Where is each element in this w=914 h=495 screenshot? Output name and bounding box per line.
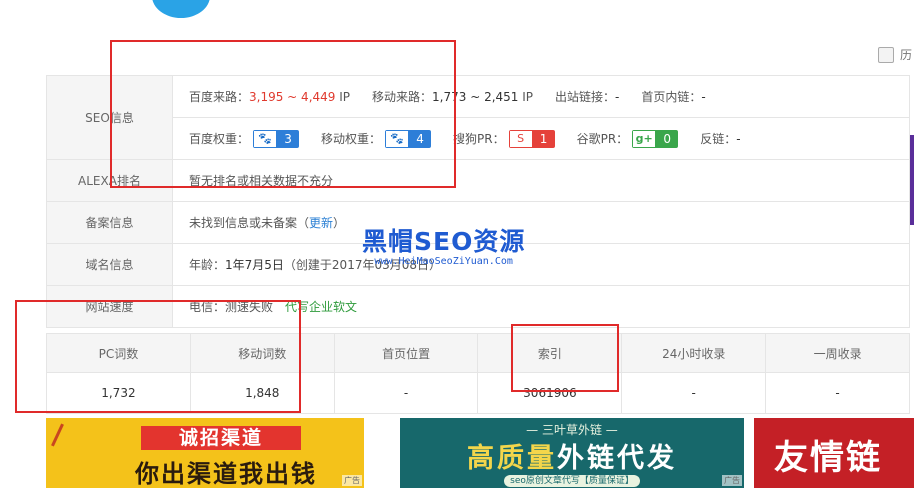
paw-icon: 🐾	[253, 129, 278, 148]
row-speed: 网站速度 电信：测速失败 代写企业软文	[46, 285, 910, 328]
mobile-weight-badge[interactable]: 🐾 4	[385, 129, 432, 148]
decorative-blue-blob	[152, 0, 210, 18]
baidu-weight-badge[interactable]: 🐾 3	[253, 129, 300, 148]
sogou-pr: 搜狗PR： S 1	[453, 129, 555, 148]
stats-header-week: 一周收录	[765, 333, 910, 373]
watermark-sub: www.HeiMaoSeoZiYuan.Com	[374, 256, 513, 267]
ad-banner-friendlinks-text: 友情链	[774, 438, 882, 478]
ad-link-softarticle[interactable]: 代写企业软文	[285, 298, 357, 315]
history-button[interactable]: 历	[878, 46, 912, 63]
sidebar-accent	[910, 135, 914, 225]
ad-badge: 广告	[722, 475, 742, 486]
google-pr: 谷歌PR： g+ 0	[577, 129, 679, 148]
outbound-links: 出站链接： -	[555, 89, 620, 105]
stats-table: PC词数 移动词数 首页位置 索引 24小时收录 一周收录 1,732 1,84…	[46, 333, 910, 414]
mobile-traffic-value: 1,773 ~ 2,451	[432, 89, 519, 104]
stats-header-24h: 24小时收录	[621, 333, 767, 373]
domain-age: 1年7月5日	[225, 258, 284, 272]
stats-header-home-position: 首页位置	[333, 333, 479, 373]
stats-week: -	[765, 372, 910, 414]
icp-update-link[interactable]: 更新	[309, 214, 333, 231]
ad-banner-friendlinks[interactable]: 友情链	[754, 418, 914, 488]
sogou-icon: S	[508, 129, 533, 148]
baidu-traffic: 百度来路： 3,195 ~ 4,449 IP	[189, 89, 351, 105]
row-seo-weights: 百度权重： 🐾 3 移动权重： 🐾 4 搜狗PR： S 1 谷歌PR： g+ 0…	[47, 117, 910, 160]
label-speed: 网站速度	[46, 285, 173, 328]
ad-banner-channel-slogan: 你出渠道我出钱	[135, 460, 317, 488]
table-row: 1,732 1,848 - 3061906 - -	[46, 372, 910, 414]
history-icon	[878, 46, 894, 63]
mobile-traffic: 移动来路： 1,773 ~ 2,451 IP	[372, 89, 534, 105]
label-domain: 域名信息	[46, 243, 173, 286]
paw-icon: 🐾	[385, 129, 410, 148]
ad-banner-backlinks-main: 高质量外链代发	[467, 443, 677, 474]
ad-banner-backlinks[interactable]: — 三叶草外链 — 高质量外链代发 seo原创文章代写【质量保证】 广告	[400, 418, 744, 488]
google-pr-badge[interactable]: g+ 0	[632, 129, 679, 148]
stats-24h: -	[621, 372, 767, 414]
history-label: 历	[900, 48, 913, 62]
speed-value: 电信：测速失败	[189, 300, 274, 314]
mobile-weight: 移动权重： 🐾 4	[321, 129, 432, 148]
baidu-traffic-value: 3,195 ~ 4,449	[249, 89, 336, 104]
decorative-stripe	[51, 423, 64, 447]
backlinks: 反链： -	[700, 131, 741, 147]
stats-header-index: 索引	[477, 333, 623, 373]
icp-value: 未找到信息或未备案（	[189, 216, 310, 230]
google-plus-icon: g+	[632, 129, 657, 148]
stats-header-mobile-words: 移动词数	[189, 333, 335, 373]
sogou-pr-badge[interactable]: S 1	[508, 129, 555, 148]
row-alexa: ALEXA排名 暂无排名或相关数据不充分	[46, 159, 910, 202]
watermark: 黑帽SEO资源 www.HeiMaoSeoZiYuan.Com	[362, 222, 525, 267]
label-icp: 备案信息	[46, 201, 173, 244]
row-seo: SEO信息 百度来路： 3,195 ~ 4,449 IP 移动来路： 1,773…	[46, 75, 910, 160]
baidu-weight: 百度权重： 🐾 3	[189, 129, 300, 148]
ad-banner-backlinks-sub: seo原创文章代写【质量保证】	[400, 472, 744, 487]
stats-header-row: PC词数 移动词数 首页位置 索引 24小时收录 一周收录	[46, 333, 910, 373]
stats-home-position: -	[333, 372, 479, 414]
label-alexa: ALEXA排名	[46, 159, 173, 202]
stats-index: 3061906	[477, 372, 623, 414]
ad-banner-channel-tag: 诚招渠道	[141, 426, 301, 450]
watermark-main: 黑帽SEO资源	[362, 227, 526, 256]
ad-banner-channel[interactable]: 诚招渠道 你出渠道我出钱 广告	[46, 418, 364, 488]
site-info-table: SEO信息 百度来路： 3,195 ~ 4,449 IP 移动来路： 1,773…	[46, 75, 910, 328]
label-seo-info: SEO信息	[46, 75, 173, 160]
stats-pc-words: 1,732	[46, 372, 191, 414]
stats-header-pc-words: PC词数	[46, 333, 191, 373]
stats-mobile-words: 1,848	[189, 372, 335, 414]
home-internal-links: 首页内链： -	[641, 89, 706, 105]
alexa-value: 暂无排名或相关数据不充分	[189, 174, 334, 188]
ad-badge: 广告	[342, 475, 362, 486]
